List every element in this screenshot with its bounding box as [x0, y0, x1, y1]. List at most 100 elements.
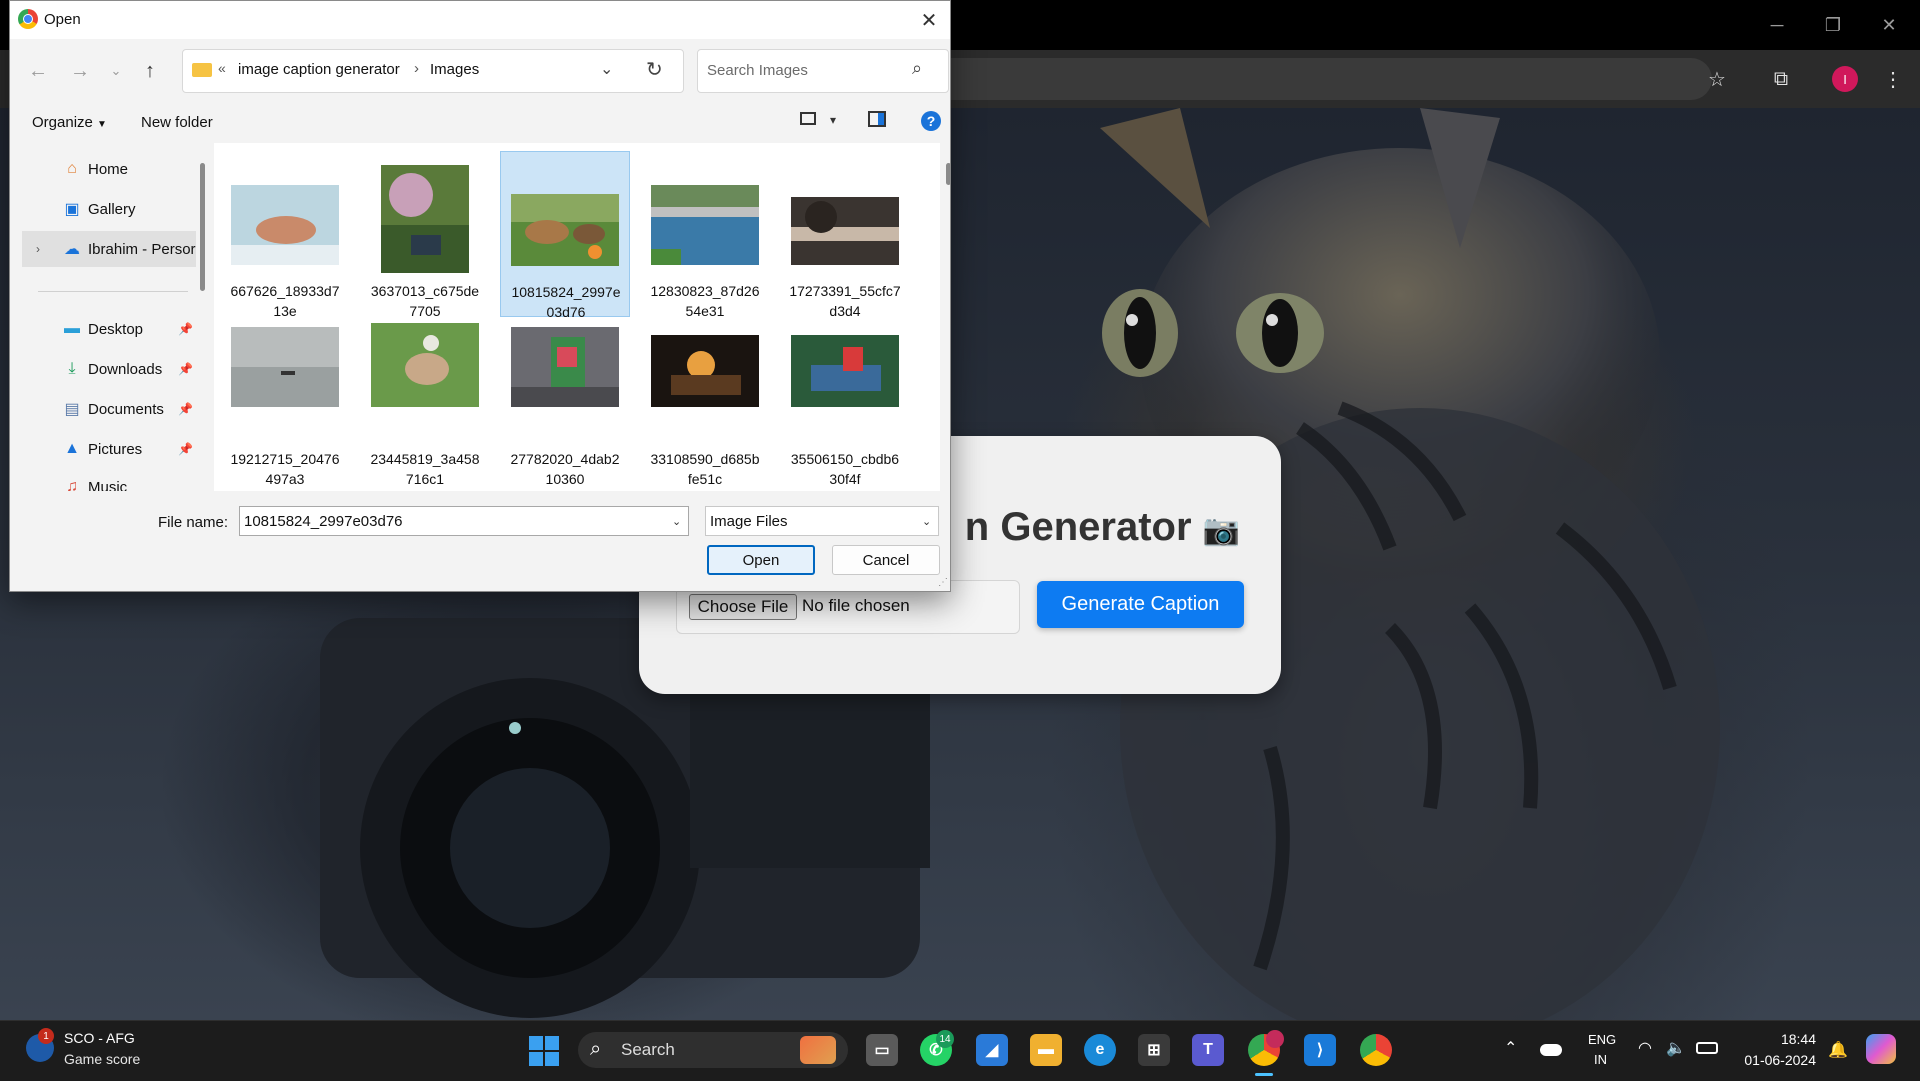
address-dropdown-icon[interactable]: ⌄: [600, 59, 613, 79]
pin-icon[interactable]: 📌: [178, 442, 193, 456]
nav-item-home[interactable]: ⌂ Home: [22, 151, 196, 187]
clock-time[interactable]: 18:44: [1766, 1031, 1816, 1047]
resize-grip-icon[interactable]: ⋰: [938, 577, 948, 588]
copilot-icon[interactable]: [1866, 1034, 1896, 1064]
help-icon[interactable]: ?: [921, 111, 941, 131]
file-tile-selected[interactable]: 10815824_2997e 03d76: [500, 151, 630, 320]
download-icon: ⤓: [68, 360, 76, 377]
camera-emoji-icon: 📷: [1202, 514, 1240, 547]
show-hidden-icons-chevron[interactable]: ⌃: [1504, 1038, 1517, 1058]
navigation-pane: ⌂ Home ▣ Gallery › ☁ Ibrahim - Persor ▬ …: [22, 143, 196, 491]
dialog-close-icon[interactable]: ✕: [916, 7, 942, 33]
file-thumbnail: [791, 335, 899, 407]
file-tile[interactable]: 12830823_87d26 54e31: [640, 151, 770, 319]
chrome-profile-icon[interactable]: [1360, 1034, 1392, 1066]
nav-item-onedrive[interactable]: › ☁ Ibrahim - Persor: [22, 231, 196, 267]
nav-item-downloads[interactable]: ⤓ Downloads 📌: [22, 351, 196, 387]
nav-item-label: Gallery: [88, 200, 136, 218]
widget-title[interactable]: SCO - AFG: [64, 1030, 135, 1046]
cancel-button[interactable]: Cancel: [832, 545, 940, 575]
file-type-dropdown-icon[interactable]: ⌄: [922, 515, 931, 528]
search-input[interactable]: Search Images: [707, 62, 808, 79]
nav-item-gallery[interactable]: ▣ Gallery: [22, 191, 196, 227]
dialog-title: Open: [44, 11, 81, 28]
preview-pane-icon[interactable]: [868, 111, 886, 127]
file-list-scrollbar[interactable]: [946, 163, 951, 185]
nav-item-pictures[interactable]: ▲ Pictures 📌: [22, 431, 196, 467]
up-arrow-icon[interactable]: ↑: [136, 57, 164, 85]
search-icon[interactable]: ⌕: [912, 58, 922, 79]
minimize-icon[interactable]: ─: [1754, 8, 1800, 42]
language-indicator[interactable]: ENG: [1588, 1032, 1616, 1047]
close-window-icon[interactable]: ✕: [1866, 8, 1912, 42]
nav-item-desktop[interactable]: ▬ Desktop 📌: [22, 311, 196, 347]
microsoft-store-icon[interactable]: ⊞: [1138, 1034, 1170, 1066]
open-file-dialog: Open ✕ ← → ⌄ ↑ « image caption generator…: [9, 0, 951, 592]
vscode-icon[interactable]: ⟩: [1304, 1034, 1336, 1066]
volume-icon[interactable]: 🔈: [1666, 1038, 1686, 1058]
dialog-titlebar: [10, 1, 950, 39]
address-bar[interactable]: [900, 58, 1712, 100]
onedrive-tray-icon[interactable]: [1540, 1044, 1562, 1056]
file-name-dropdown-icon[interactable]: ⌄: [672, 515, 681, 528]
path-overflow-icon[interactable]: «: [218, 60, 226, 76]
taskbar-search-label[interactable]: Search: [621, 1040, 675, 1060]
refresh-icon[interactable]: ↻: [646, 57, 663, 82]
file-type-select[interactable]: Image Files: [705, 506, 939, 536]
file-name-label: File name:: [158, 514, 229, 531]
windows-start-icon[interactable]: [529, 1036, 559, 1066]
view-caret-icon[interactable]: ▾: [830, 113, 836, 127]
extensions-icon[interactable]: ⧉: [1766, 64, 1796, 94]
choose-file-button[interactable]: Choose File: [689, 594, 797, 620]
file-tile[interactable]: 23445819_3a458 716c1: [360, 319, 490, 487]
pin-icon[interactable]: 📌: [178, 402, 193, 416]
file-name-label: 19212715_20476 497a3: [230, 451, 340, 487]
task-view-icon[interactable]: ▭: [866, 1034, 898, 1066]
notification-bell-icon[interactable]: 🔔: [1828, 1040, 1848, 1060]
forward-arrow-icon[interactable]: →: [66, 57, 94, 85]
nav-item-music[interactable]: ♫ Music: [22, 469, 196, 491]
widget-subtitle[interactable]: Game score: [64, 1051, 140, 1067]
file-thumbnail: [651, 185, 759, 265]
nav-item-label: Ibrahim - Persor: [88, 240, 196, 258]
file-tile[interactable]: 27782020_4dab2 10360: [500, 319, 630, 487]
restore-icon[interactable]: ❐: [1810, 8, 1856, 42]
expand-chevron-icon[interactable]: ›: [36, 242, 40, 256]
nav-pane-scrollbar[interactable]: [200, 163, 205, 291]
file-tile[interactable]: 3637013_c675de 7705: [360, 151, 490, 319]
view-mode-icon[interactable]: [800, 112, 816, 125]
battery-icon[interactable]: [1696, 1042, 1718, 1054]
breadcrumb-separator-icon: ›: [414, 60, 419, 77]
language-region[interactable]: IN: [1594, 1052, 1607, 1067]
organize-button[interactable]: Organize ▼: [32, 114, 107, 131]
bookmark-star-icon[interactable]: ☆: [1702, 64, 1732, 94]
nav-item-documents[interactable]: ▤ Documents 📌: [22, 391, 196, 427]
new-folder-button[interactable]: New folder: [141, 114, 213, 131]
nav-divider: [38, 291, 188, 292]
file-tile[interactable]: 17273391_55cfc7 d3d4: [780, 151, 910, 319]
back-arrow-icon[interactable]: ←: [24, 57, 52, 85]
teams-icon[interactable]: T: [1192, 1034, 1224, 1066]
edge-icon[interactable]: e: [1084, 1034, 1116, 1066]
breadcrumb-item[interactable]: Images: [430, 61, 479, 78]
nav-item-label: Downloads: [88, 360, 163, 378]
file-tile[interactable]: 35506150_cbdb6 30f4f: [780, 319, 910, 487]
folder-icon: [192, 63, 212, 77]
recent-locations-chevron-icon[interactable]: ⌄: [102, 57, 130, 85]
file-name-input[interactable]: 10815824_2997e03d76: [239, 506, 689, 536]
pin-icon[interactable]: 📌: [178, 362, 193, 376]
wifi-icon[interactable]: ◠: [1638, 1038, 1652, 1058]
chrome-menu-icon[interactable]: ⋮: [1878, 64, 1908, 94]
file-tile[interactable]: 19212715_20476 497a3: [220, 319, 350, 487]
profile-avatar[interactable]: I: [1832, 66, 1858, 92]
photos-icon[interactable]: ◢: [976, 1034, 1008, 1066]
open-button[interactable]: Open: [707, 545, 815, 575]
pin-icon[interactable]: 📌: [178, 322, 193, 336]
file-tile[interactable]: 667626_18933d7 13e: [220, 151, 350, 319]
file-tile[interactable]: 33108590_d685b fe51c: [640, 319, 770, 487]
clock-date[interactable]: 01-06-2024: [1734, 1052, 1816, 1068]
breadcrumb-item[interactable]: image caption generator: [238, 61, 400, 78]
taskbar: [0, 1020, 1920, 1081]
generate-caption-button[interactable]: Generate Caption: [1037, 581, 1244, 628]
file-explorer-icon[interactable]: ▬: [1030, 1034, 1062, 1066]
